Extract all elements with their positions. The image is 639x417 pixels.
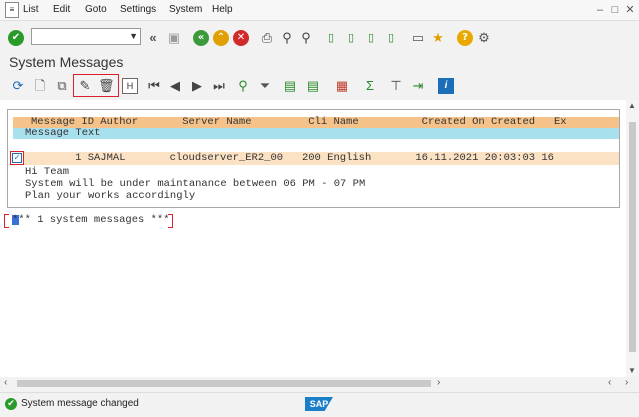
subtotal-icon[interactable]: ⊤ — [388, 78, 404, 94]
first-item-icon[interactable]: ⏮ — [146, 78, 162, 94]
exit-icon[interactable]: ⌃ — [213, 30, 229, 46]
next-page-icon[interactable]: ▯ — [363, 30, 379, 46]
success-icon: ✔ — [5, 398, 17, 410]
filter-icon[interactable]: ⏷ — [257, 78, 273, 94]
previous-page-icon[interactable]: ▯ — [343, 30, 359, 46]
row-select-checkbox[interactable]: ✓ — [10, 151, 24, 165]
message-list-frame: Message ID Author Server Name Cli Name C… — [7, 109, 620, 208]
message-text-line: System will be under maintanance between… — [25, 178, 366, 190]
delete-icon[interactable]: 🗑 — [98, 78, 115, 94]
scroll-left-icon[interactable]: ‹ — [4, 377, 7, 388]
double-left-icon[interactable]: « — [145, 30, 161, 46]
selection-bracket-right — [168, 214, 173, 228]
summary-line: *** 1 system messages *** — [4, 214, 174, 228]
status-message: System message changed — [21, 398, 139, 409]
message-text-line: Plan your works accordingly — [25, 190, 196, 202]
scroll-right-icon[interactable]: › — [625, 377, 628, 388]
list-header-row1: Message ID Author Server Name Cli Name C… — [13, 116, 619, 128]
list-header-row2: Message Text — [13, 127, 619, 139]
last-item-icon[interactable]: ⏭ — [211, 78, 227, 94]
create-icon[interactable]: 🗋 — [32, 78, 48, 94]
scroll-left-icon[interactable]: ‹ — [608, 377, 611, 388]
enter-icon[interactable]: ✔ — [8, 30, 24, 46]
scroll-down-icon[interactable]: ▼ — [628, 366, 636, 375]
selection-bracket-left — [4, 214, 9, 228]
find-list-icon[interactable]: ⚲ — [235, 78, 251, 94]
sap-logo: SAP — [305, 397, 333, 411]
first-page-icon[interactable]: ▯ — [323, 30, 339, 46]
next-item-icon[interactable]: ▶ — [189, 78, 205, 94]
last-page-icon[interactable]: ▯ — [383, 30, 399, 46]
maximize-icon[interactable]: □ — [608, 3, 622, 17]
print-icon[interactable]: ⎙ — [259, 30, 275, 46]
cancel-icon[interactable]: ✕ — [233, 30, 249, 46]
sort-ascending-icon[interactable]: ▤ — [282, 78, 298, 94]
change-icon[interactable]: ✎ — [77, 78, 93, 94]
page-title: System Messages — [9, 54, 124, 70]
previous-item-icon[interactable]: ◀ — [167, 78, 183, 94]
refresh-icon[interactable]: ⟳ — [10, 78, 26, 94]
status-bar: ✔ System message changed SAP — [0, 392, 639, 417]
menu-list[interactable]: List — [23, 4, 39, 15]
header-message-text: Message Text — [25, 127, 101, 139]
scroll-up-icon[interactable]: ▲ — [628, 101, 636, 110]
new-session-icon[interactable]: ▭ — [410, 30, 426, 46]
scroll-thumb[interactable] — [629, 122, 636, 352]
help-icon[interactable]: ? — [457, 30, 473, 46]
customize-icon[interactable]: ⚙ — [476, 30, 492, 46]
chevron-down-icon[interactable]: ▼ — [129, 29, 138, 44]
command-field[interactable]: ▼ — [31, 28, 141, 45]
find-next-icon[interactable]: ⚲ — [298, 30, 314, 46]
checkmark-icon: ✓ — [12, 153, 22, 163]
hscroll-thumb-left[interactable] — [17, 380, 431, 387]
header-icon[interactable]: H — [122, 78, 138, 94]
close-icon[interactable]: ✕ — [623, 3, 637, 17]
horizontal-scrollbar[interactable]: ‹ › ‹ › — [0, 377, 639, 390]
menu-system[interactable]: System — [169, 4, 202, 15]
menu-bar: ≡ List Edit Goto Settings System Help – … — [0, 0, 639, 21]
table-row[interactable]: 1 SAJMAL cloudserver_ER2_00 200 English … — [13, 152, 619, 165]
list-content: Message ID Author Server Name Cli Name C… — [0, 100, 626, 377]
menu-settings[interactable]: Settings — [120, 4, 156, 15]
sum-icon[interactable]: Σ — [362, 78, 378, 94]
save-icon[interactable]: ▣ — [166, 30, 182, 46]
summary-text: *** 1 system messages *** — [12, 214, 170, 226]
row-data: 1 SAJMAL cloudserver_ER2_00 200 English … — [31, 152, 554, 164]
copy-icon[interactable]: ⧉ — [54, 78, 70, 94]
menu-edit[interactable]: Edit — [53, 4, 70, 15]
sort-descending-icon[interactable]: ▤ — [305, 78, 321, 94]
layout-icon[interactable]: ▦ — [334, 78, 350, 94]
message-text-line: Hi Team — [25, 166, 70, 178]
info-icon[interactable]: i — [438, 78, 454, 94]
menu-goto[interactable]: Goto — [85, 4, 107, 15]
app-menu-icon[interactable]: ≡ — [5, 2, 19, 18]
vertical-scrollbar[interactable]: ▲ ▼ — [626, 100, 639, 377]
menu-help[interactable]: Help — [212, 4, 233, 15]
find-icon[interactable]: ⚲ — [279, 30, 295, 46]
export-icon[interactable]: ⇥ — [410, 78, 426, 94]
create-shortcut-icon[interactable]: ★ — [430, 30, 446, 46]
back-icon[interactable]: « — [193, 30, 209, 46]
header-columns: Message ID Author Server Name Cli Name C… — [31, 116, 567, 128]
scroll-right-icon[interactable]: › — [437, 377, 440, 388]
minimize-icon[interactable]: – — [593, 3, 607, 17]
